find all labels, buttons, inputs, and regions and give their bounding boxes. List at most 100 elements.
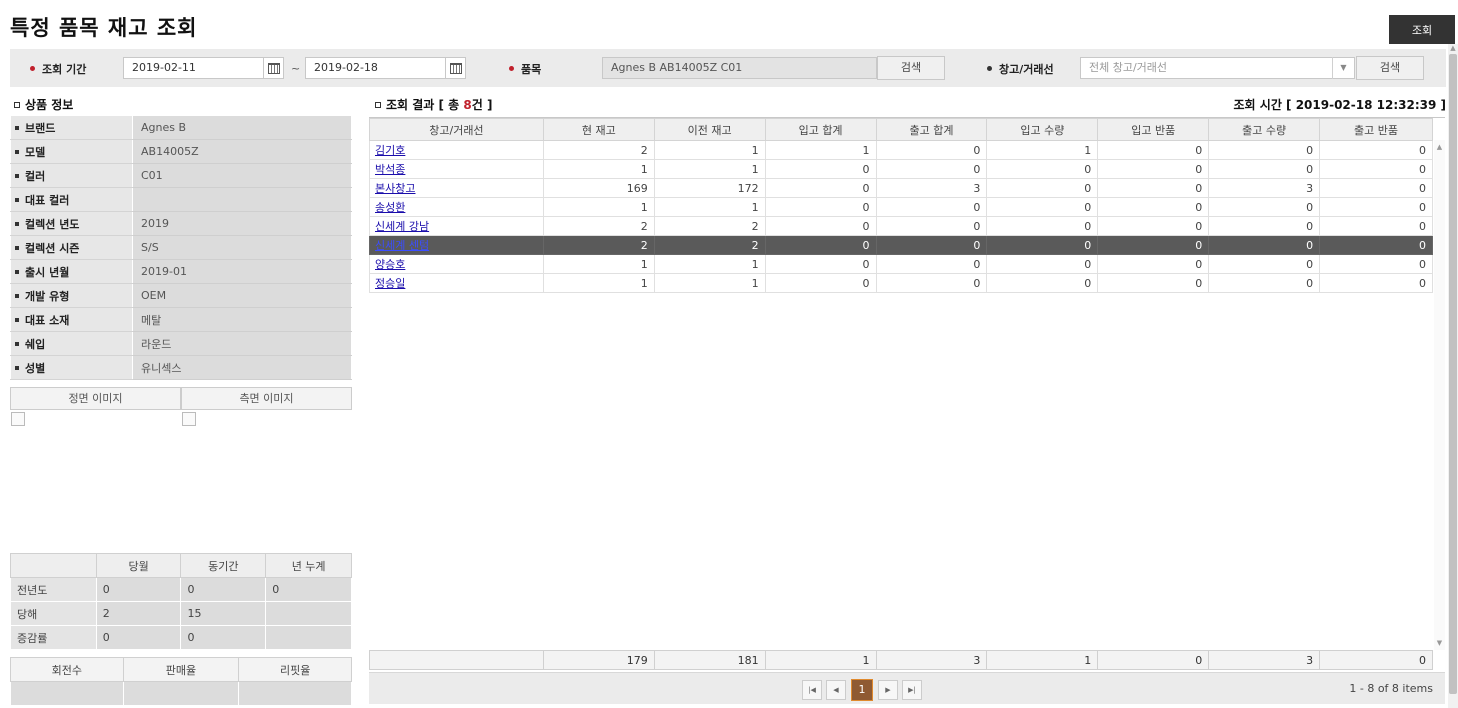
product-info-value: OEM [132,283,352,308]
stats-header-row: 당월 동기간 년 누계 [10,553,352,578]
column-header[interactable]: 출고 합계 [875,118,988,141]
page-scrollbar[interactable]: ▲ [1448,44,1458,708]
product-info-label: 개발 유형 [10,283,133,308]
front-image-tab[interactable]: 정면 이미지 [10,387,181,410]
product-info-row: 컬러 C01 [10,163,352,188]
table-cell: 1 [542,254,655,274]
store-combo[interactable]: 전체 창고/거래선 ▼ [1080,57,1355,79]
table-row[interactable]: 본사창고 169 172 0 3 0 0 3 0 [369,178,1433,198]
table-cell: 0 [1097,140,1210,160]
total-cell: 179 [542,650,655,670]
front-image [11,412,25,426]
table-cell: 0 [764,235,877,255]
store-link[interactable]: 신세계 센텀 [375,239,429,252]
product-info-row: 대표 소재 메탈 [10,307,352,332]
total-cell: 181 [653,650,766,670]
store-search-button[interactable]: 검색 [1356,56,1424,80]
required-dot-icon [509,66,514,71]
table-cell: 0 [1097,235,1210,255]
table-row[interactable]: 박석종 1 1 0 0 0 0 0 0 [369,159,1433,179]
page-1-button[interactable]: 1 [851,679,873,701]
next-page-button[interactable]: ▶ [878,680,898,700]
bullet-icon [15,245,19,250]
store-link[interactable]: 정승일 [375,277,405,290]
side-image [182,412,196,426]
product-info-row: 대표 컬러 [10,187,352,212]
table-row[interactable]: 신세계 센텀 2 2 0 0 0 0 0 0 [369,235,1433,255]
total-cell [369,650,544,670]
store-link[interactable]: 양승호 [375,258,405,271]
column-header[interactable]: 입고 반품 [1097,118,1210,141]
scroll-up-icon[interactable]: ▲ [1448,44,1458,52]
chevron-down-icon[interactable]: ▼ [1332,57,1354,79]
store-link[interactable]: 김기호 [375,144,405,157]
stats-cell: 15 [180,601,267,626]
product-info-label: 모델 [10,139,133,164]
product-info-row: 컬렉션 시즌 S/S [10,235,352,260]
table-cell: 0 [875,159,988,179]
table-cell: 0 [1097,159,1210,179]
scroll-up-icon[interactable]: ▲ [1434,143,1445,151]
rate-cell [238,681,352,706]
date-from-calendar-button[interactable] [264,57,284,79]
column-header[interactable]: 창고/거래선 [369,118,544,141]
product-info-value: Agnes B [132,115,352,140]
total-cell: 1 [764,650,877,670]
product-info-row: 출시 년월 2019-01 [10,259,352,284]
stats-cell: 0 [180,625,267,650]
table-cell: 1 [653,254,766,274]
table-cell: 0 [986,159,1099,179]
date-to-input[interactable]: 2019-02-18 [305,57,446,79]
store-name-cell: 신세계 강남 [369,216,544,236]
product-info-label: 컬렉션 시즌 [10,235,133,260]
date-to-calendar-button[interactable] [446,57,466,79]
table-cell: 0 [1208,197,1321,217]
product-info-row: 성별 유니섹스 [10,355,352,380]
table-cell: 0 [986,273,1099,293]
table-row[interactable]: 김기호 2 1 1 0 1 0 0 0 [369,140,1433,160]
table-cell: 1 [653,159,766,179]
store-link[interactable]: 신세계 강남 [375,220,429,233]
column-header[interactable]: 출고 수량 [1208,118,1321,141]
item-input[interactable]: Agnes B AB14005Z C01 [602,57,877,79]
store-name-cell: 양승호 [369,254,544,274]
store-name-cell: 송성환 [369,197,544,217]
table-row[interactable]: 신세계 강남 2 2 0 0 0 0 0 0 [369,216,1433,236]
store-link[interactable]: 박석종 [375,163,405,176]
table-row[interactable]: 송성환 1 1 0 0 0 0 0 0 [369,197,1433,217]
table-cell: 0 [1097,216,1210,236]
item-search-button[interactable]: 검색 [877,56,945,80]
grid-scrollbar[interactable]: ▲ ▼ [1434,140,1445,650]
column-header[interactable]: 입고 수량 [986,118,1099,141]
last-page-button[interactable]: ▶| [902,680,922,700]
column-header[interactable]: 출고 반품 [1319,118,1433,141]
results-count: 8 [463,98,472,112]
rate-header: 판매율 [122,657,240,682]
item-label: 품목 [521,63,542,76]
store-link[interactable]: 본사창고 [375,182,415,195]
stats-cell [265,601,352,626]
scroll-down-icon[interactable]: ▼ [1434,639,1445,647]
calendar-icon [449,62,462,74]
table-cell: 0 [1097,178,1210,198]
table-cell: 0 [1319,197,1433,217]
stats-row: 당해 2 15 [10,601,352,626]
product-info-value: 2019 [132,211,352,236]
first-page-button[interactable]: |◀ [802,680,822,700]
search-button[interactable]: 조회 [1389,15,1455,44]
store-combo-placeholder: 전체 창고/거래선 [1089,61,1168,74]
store-link[interactable]: 송성환 [375,201,405,214]
scroll-thumb[interactable] [1449,54,1457,694]
table-cell: 0 [764,197,877,217]
table-row[interactable]: 정승일 1 1 0 0 0 0 0 0 [369,273,1433,293]
date-from-input[interactable]: 2019-02-11 [123,57,264,79]
table-cell: 0 [1097,197,1210,217]
table-row[interactable]: 양승호 1 1 0 0 0 0 0 0 [369,254,1433,274]
table-cell: 0 [1208,273,1321,293]
column-header[interactable]: 이전 재고 [653,118,766,141]
prev-page-button[interactable]: ◀ [826,680,846,700]
column-header[interactable]: 입고 합계 [764,118,877,141]
side-image-tab[interactable]: 측면 이미지 [181,387,352,410]
table-cell: 172 [653,178,766,198]
column-header[interactable]: 현 재고 [542,118,655,141]
